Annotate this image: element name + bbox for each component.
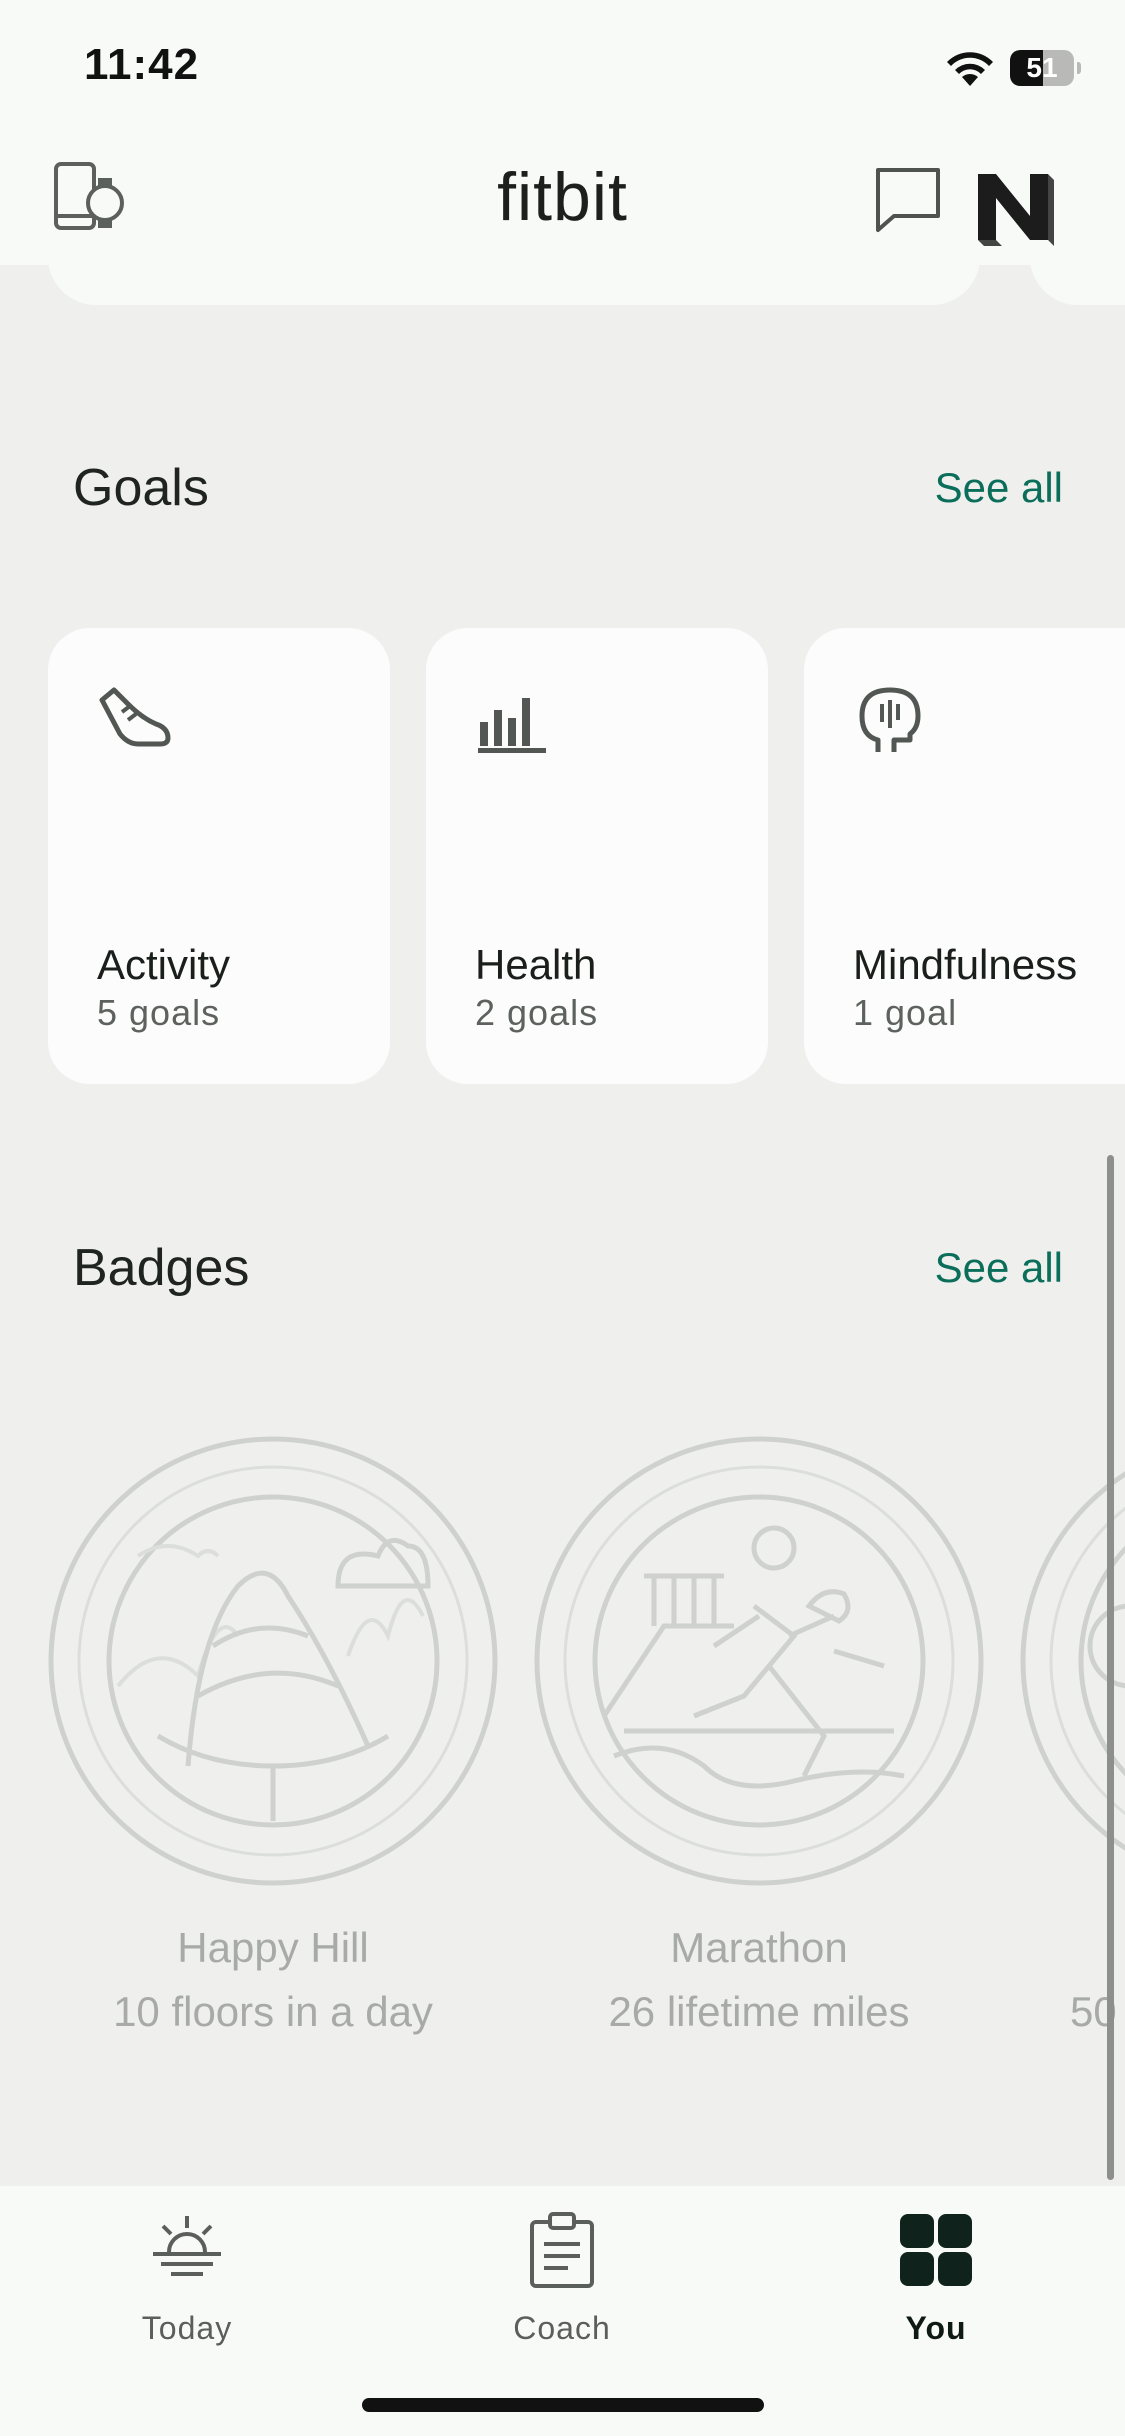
fitbit-you-screen: 11:42 51 fitbit Goals See all Activity 5… [0,0,1125,2436]
avatar[interactable] [968,160,1060,252]
nav-label: You [905,2310,967,2346]
bar-chart-icon [478,698,546,753]
sunrise-icon [153,2216,221,2276]
goal-name: Health [475,941,597,988]
nav-label: Today [141,2310,233,2346]
status-time: 11:42 [84,40,200,89]
nav-item-coach[interactable]: Coach [462,2204,662,2354]
grid-icon [900,2214,972,2286]
battery-indicator: 51 [1010,50,1081,86]
wifi-icon [947,52,993,86]
badge-desc: 26 lifetime miles [608,1988,910,2035]
goal-card-mindfulness[interactable]: Mindfulness 1 goal [804,628,1125,1084]
head-mind-icon [859,687,921,752]
badge-name: Marathon [670,1924,848,1971]
top-bar: 11:42 51 fitbit [0,0,1125,265]
goals-see-all-link[interactable]: See all [935,464,1063,512]
badge-name: Happy Hill [177,1924,369,1971]
goal-count: 5 goals [97,992,221,1033]
shoe-icon [99,687,171,747]
hill-badge-icon[interactable] [48,1436,498,1886]
scrollbar[interactable] [1107,1155,1114,2180]
goal-count: 2 goals [475,992,599,1033]
nav-item-you[interactable]: You [836,2204,1036,2354]
goal-count: 1 goal [853,992,958,1033]
badges-see-all-link[interactable]: See all [935,1244,1063,1292]
message-icon[interactable] [868,160,948,240]
clipboard-icon [530,2212,594,2288]
badges-section-title: Badges [73,1239,250,1297]
goal-card-health[interactable]: Health 2 goals [426,628,768,1084]
goal-card-activity[interactable]: Activity 5 goals [48,628,390,1084]
badge-desc: 50 [1070,1988,1117,2035]
battery-level: 51 [1026,52,1058,83]
goals-section-title: Goals [73,459,209,517]
nav-label: Coach [513,2310,611,2346]
runner-badge-icon[interactable] [534,1436,984,1886]
app-title: fitbit [497,159,628,235]
home-indicator [362,2398,764,2412]
badge-desc: 10 floors in a day [113,1988,433,2035]
goal-name: Mindfulness [853,941,1078,988]
goal-name: Activity [97,941,231,988]
nav-item-today[interactable]: Today [87,2204,287,2354]
